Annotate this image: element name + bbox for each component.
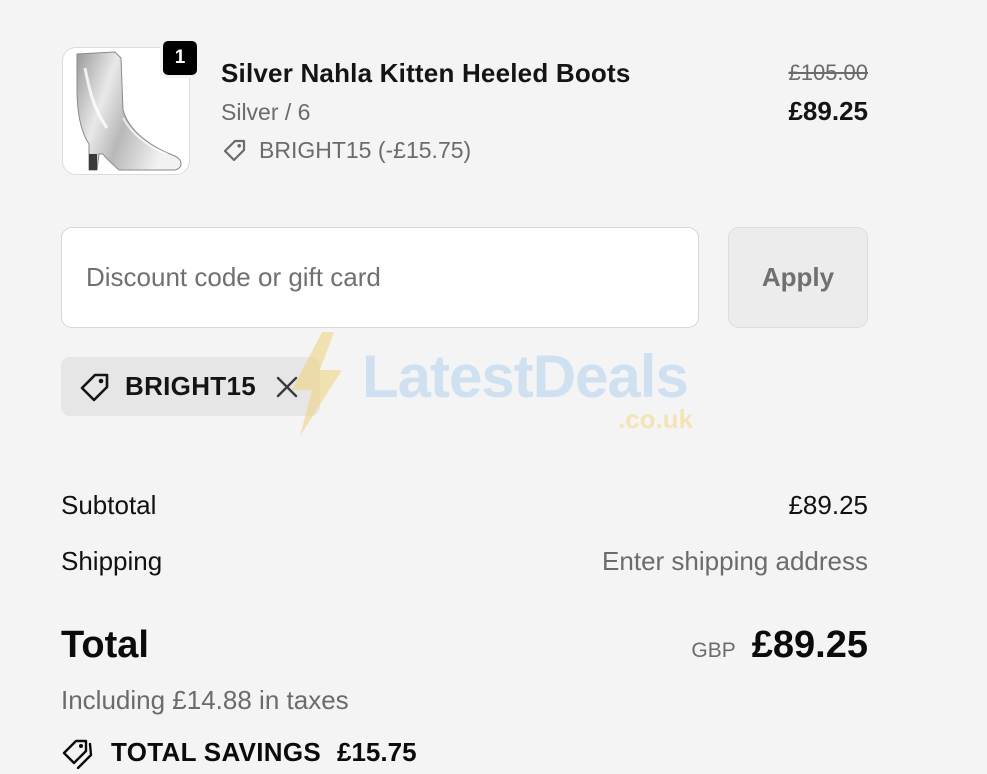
product-variant: Silver / 6	[221, 99, 311, 125]
product-title: Silver Nahla Kitten Heeled Boots	[221, 58, 631, 88]
line-item: 1 Silver Nahla Kitten Heeled Boots Silve…	[62, 38, 868, 177]
savings-label: TOTAL SAVINGS	[111, 736, 321, 767]
product-discount-label: BRIGHT15 (-£15.75)	[259, 136, 472, 163]
remove-code-button[interactable]	[274, 374, 300, 400]
shipping-row: Shipping Enter shipping address	[61, 546, 868, 577]
close-icon	[276, 376, 298, 397]
total-amount-group: GBP £89.25	[691, 624, 868, 667]
savings-value: £15.75	[337, 736, 417, 767]
watermark-brand: LatestDeals	[362, 343, 689, 410]
current-price: £89.25	[788, 96, 868, 126]
taxes-note: Including £14.88 in taxes	[61, 685, 349, 715]
subtotal-row: Subtotal £89.25	[61, 490, 868, 521]
subtotal-label: Subtotal	[61, 490, 157, 520]
checkout-summary: 1 Silver Nahla Kitten Heeled Boots Silve…	[0, 0, 987, 774]
subtotal-value: £89.25	[788, 490, 868, 520]
shipping-label: Shipping	[61, 546, 163, 576]
tag-icon	[223, 139, 246, 162]
watermark-domain: .co.uk	[618, 404, 694, 434]
apply-button[interactable]: Apply	[728, 227, 868, 328]
applied-code-label: BRIGHT15	[125, 371, 256, 401]
shipping-value: Enter shipping address	[602, 546, 868, 576]
quantity-badge: 1	[160, 38, 200, 78]
currency-code: GBP	[691, 639, 736, 662]
tags-icon	[62, 739, 93, 769]
original-price: £105.00	[788, 60, 868, 85]
total-value: £89.25	[751, 624, 868, 666]
product-discount: BRIGHT15 (-£15.75)	[221, 135, 471, 165]
total-label: Total	[61, 624, 149, 666]
total-row: Total GBP £89.25	[61, 624, 868, 667]
tag-icon	[80, 373, 109, 401]
applied-discount-chip: BRIGHT15	[61, 357, 320, 416]
discount-code-input[interactable]	[61, 227, 699, 328]
total-savings: TOTAL SAVINGS £15.75	[61, 735, 417, 769]
watermark: LatestDeals .co.uk	[286, 330, 726, 440]
